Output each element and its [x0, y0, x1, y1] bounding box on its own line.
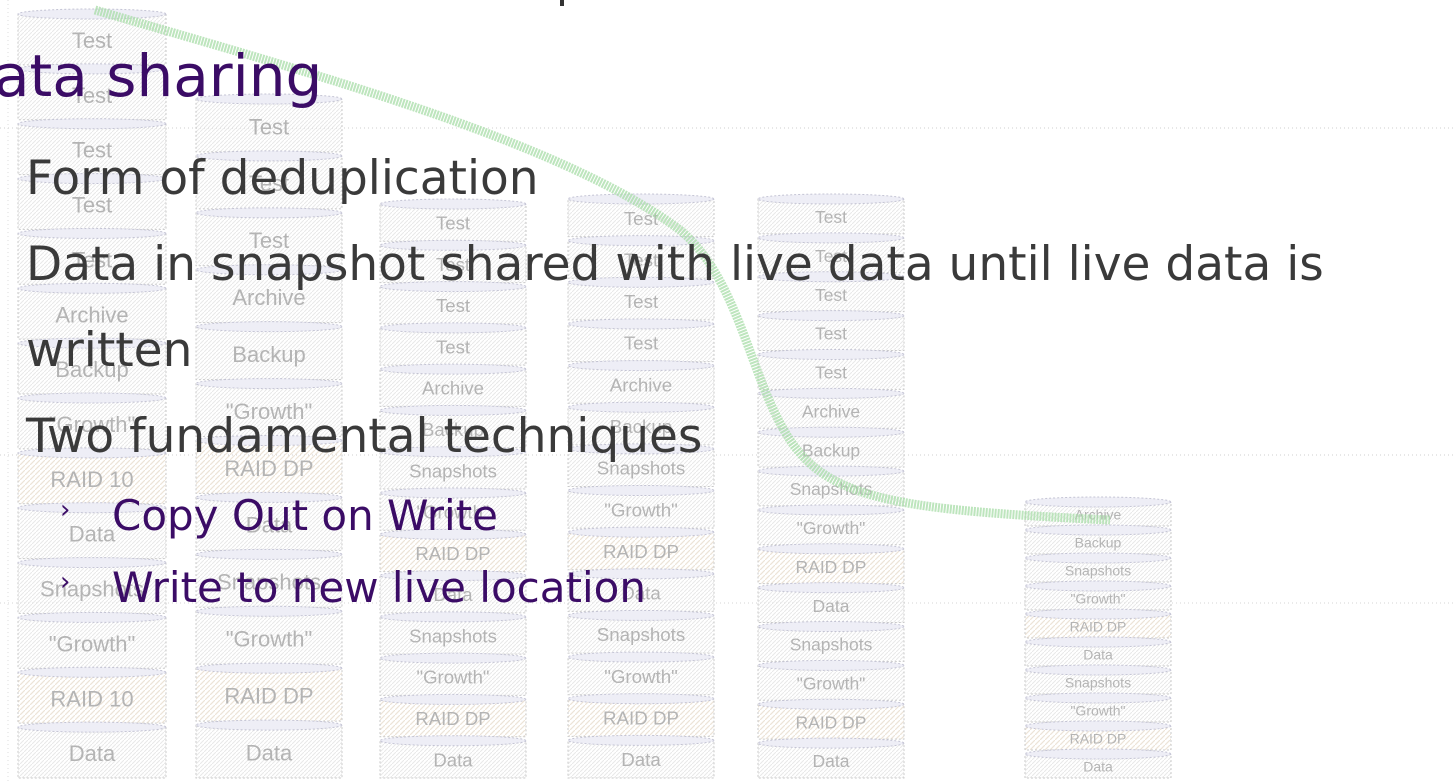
- disk-label: Snapshots: [1065, 674, 1131, 690]
- storage-disk: "Growth": [379, 652, 527, 696]
- storage-disk: Data: [757, 737, 905, 779]
- disk-label: "Growth": [1070, 702, 1125, 718]
- disk-label: RAID DP: [603, 708, 679, 729]
- bullet-text: Two fundamental techniques: [26, 409, 703, 464]
- disk-label: RAID DP: [415, 708, 490, 729]
- disk-label: RAID DP: [224, 683, 313, 708]
- disk-label: Data: [433, 749, 473, 770]
- disk-label: Data: [1083, 646, 1113, 662]
- disk-label: Data: [69, 741, 116, 766]
- sub-bullet-list: › Copy Out on Write › Write to new live …: [26, 480, 1446, 624]
- disk-label: "Growth": [416, 667, 489, 688]
- disk-label: Data: [246, 740, 293, 765]
- disk-label: RAID 10: [50, 686, 133, 711]
- title-fragment: [560, 0, 580, 6]
- storage-disk: RAID DP: [195, 662, 343, 722]
- sub-bullet-item: › Write to new live location: [26, 552, 1446, 624]
- storage-disk: Data: [379, 735, 527, 779]
- storage-disk: RAID DP: [757, 698, 905, 740]
- disk-label: RAID DP: [1070, 730, 1127, 746]
- storage-disk: Data: [1024, 748, 1172, 779]
- bullet-item: Form of deduplication: [26, 151, 539, 206]
- bullet-item: Data in snapshot shared with live data u…: [26, 237, 1324, 378]
- disk-label: Data: [621, 749, 661, 770]
- sub-bullet-text: Copy Out on Write: [112, 491, 498, 540]
- storage-disk: RAID DP: [379, 693, 527, 738]
- disk-label: Snapshots: [597, 624, 685, 645]
- storage-disk: RAID 10: [17, 666, 167, 724]
- storage-disk: Data: [195, 719, 343, 779]
- storage-disk: "Growth": [1024, 692, 1172, 723]
- storage-disk: "Growth": [757, 659, 905, 701]
- chevron-right-icon: ›: [60, 567, 71, 597]
- storage-disk: RAID DP: [567, 693, 715, 737]
- bullet-item: Two fundamental techniques › Copy Out on…: [26, 394, 1446, 624]
- disk-label: RAID DP: [796, 712, 867, 732]
- storage-disk: "Growth": [567, 651, 715, 696]
- slide-title: ata sharing: [0, 42, 323, 110]
- slide: Test Test Test Test Test Archive Backup "Growth…: [0, 0, 1456, 783]
- storage-disk: Data: [567, 734, 715, 779]
- disk-label: "Growth": [226, 627, 313, 652]
- storage-disk: Snapshots: [1024, 664, 1172, 695]
- chevron-right-icon: ›: [60, 495, 71, 525]
- disk-label: Snapshots: [790, 635, 873, 655]
- disk-label: Data: [1083, 758, 1113, 774]
- disk-label: "Growth": [604, 666, 678, 687]
- sub-bullet-text: Write to new live location: [112, 563, 646, 612]
- storage-disk: Snapshots: [757, 621, 905, 662]
- disk-label: Data: [813, 751, 850, 771]
- storage-disk: RAID DP: [1024, 720, 1172, 751]
- disk-label: Snapshots: [409, 625, 497, 646]
- disk-label: "Growth": [797, 673, 866, 693]
- sub-bullet-item: › Copy Out on Write: [26, 480, 1446, 552]
- bullet-list: Form of deduplication Data in snapshot s…: [26, 136, 1446, 624]
- storage-disk: Data: [1024, 636, 1172, 667]
- disk-label: "Growth": [49, 631, 136, 656]
- storage-disk: Data: [17, 721, 167, 779]
